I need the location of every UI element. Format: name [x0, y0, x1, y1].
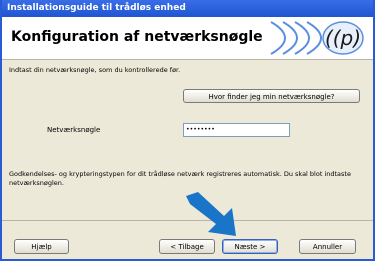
where-find-key-button[interactable]: Hvor finder jeg min netværksnøgle?	[183, 89, 360, 103]
next-button[interactable]: Næste >	[222, 239, 278, 254]
pointer-arrow-icon	[186, 192, 236, 236]
title-bar: Installationsguide til trådløs enhed	[2, 0, 373, 17]
info-note: Godkendelses- og krypteringstypen for di…	[9, 170, 351, 187]
svg-text:((p): ((p)	[325, 26, 361, 50]
cancel-button[interactable]: Annuller	[299, 239, 356, 254]
network-key-field[interactable]: ••••••••	[183, 123, 290, 137]
instruction-text: Indtast din netværksnøgle, som du kontro…	[9, 66, 181, 74]
back-button[interactable]: < Tilbage	[159, 239, 215, 254]
header-panel: Konfiguration af netværksnøgle ((p)	[2, 17, 373, 60]
wireless-signal-icon: ((p)	[270, 21, 364, 55]
help-button[interactable]: Hjælp	[14, 239, 69, 254]
network-key-label: Netværksnøgle	[47, 126, 101, 134]
wizard-window: Installationsguide til trådløs enhed Kon…	[0, 0, 375, 261]
page-title: Konfiguration af netværksnøgle	[11, 29, 263, 45]
